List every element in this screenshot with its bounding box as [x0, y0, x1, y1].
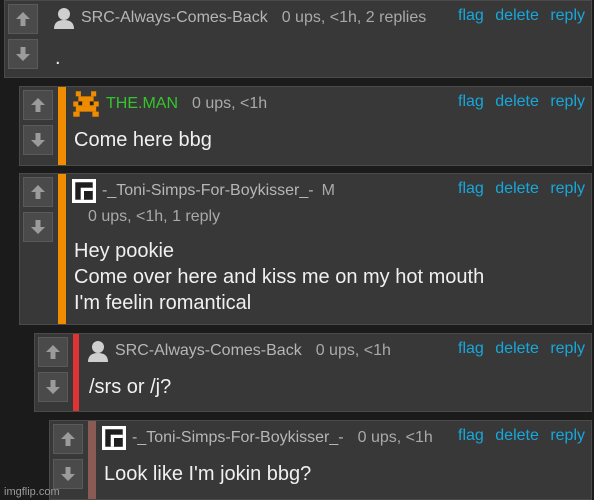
flag-link[interactable]: flag: [458, 340, 484, 357]
user-icon[interactable]: [53, 7, 75, 29]
downvote-button[interactable]: [23, 212, 53, 242]
comment-4: SRC-Always-Comes-Back 0 ups, <1h flag de…: [34, 333, 592, 412]
username[interactable]: THE.MAN: [106, 95, 178, 113]
thread-accent-bar: [58, 87, 66, 165]
comment-body: -_Toni-Simps-For-Boykisser_- 0 ups, <1h …: [102, 421, 591, 499]
comment-text: Come here bbg: [74, 129, 212, 151]
watermark: imgflip.com: [4, 486, 60, 498]
comment-meta: 0 ups, <1h, 2 replies: [281, 9, 427, 26]
username[interactable]: -_Toni-Simps-For-Boykisser_-: [132, 429, 344, 447]
reply-link[interactable]: reply: [550, 7, 585, 24]
flag-link[interactable]: flag: [458, 93, 484, 110]
comment-1: SRC-Always-Comes-Back 0 ups, <1h, 2 repl…: [4, 0, 592, 78]
user-role-badge: M: [321, 182, 335, 199]
downvote-button[interactable]: [8, 39, 38, 69]
arrow-up-icon: [31, 185, 45, 199]
comment-actions: flag delete reply: [451, 7, 585, 25]
comment-actions: flag delete reply: [451, 180, 585, 198]
arrow-down-icon: [31, 220, 45, 234]
comment-5: -_Toni-Simps-For-Boykisser_- 0 ups, <1h …: [49, 420, 592, 500]
comment-2: THE.MAN 0 ups, <1h flag delete reply Com…: [19, 86, 592, 166]
vote-controls: [35, 334, 71, 411]
delete-link[interactable]: delete: [495, 93, 539, 110]
arrow-down-icon: [46, 380, 60, 394]
comment-actions: flag delete reply: [451, 340, 585, 358]
comment-text: Hey pookie Come over here and kiss me on…: [74, 238, 484, 316]
arrow-up-icon: [31, 98, 45, 112]
comment-meta: 0 ups, <1h: [192, 95, 268, 112]
vote-controls: [20, 174, 56, 324]
comment-text-line: Hey pookie: [74, 240, 175, 262]
reply-link[interactable]: reply: [550, 93, 585, 110]
thread-accent-bar: [88, 421, 96, 499]
vote-controls: [20, 87, 56, 165]
downvote-button[interactable]: [38, 372, 68, 402]
delete-link[interactable]: delete: [495, 427, 539, 444]
pixel-creature-avatar-icon[interactable]: [72, 90, 100, 118]
comment-text-line: I'm feelin romantical: [74, 292, 252, 314]
comment-body: THE.MAN 0 ups, <1h flag delete reply Com…: [72, 87, 591, 165]
upvote-button[interactable]: [8, 4, 38, 34]
arrow-up-icon: [16, 12, 30, 26]
arrow-down-icon: [61, 467, 75, 481]
comment-text: /srs or /j?: [89, 376, 172, 398]
flag-link[interactable]: flag: [458, 180, 484, 197]
comment-text: Look like I'm jokin bbg?: [104, 463, 312, 485]
vote-controls: [5, 1, 41, 77]
upvote-button[interactable]: [23, 90, 53, 120]
thread-accent-bar: [73, 334, 79, 411]
username[interactable]: -_Toni-Simps-For-Boykisser_-: [102, 182, 314, 200]
user-icon[interactable]: [87, 340, 109, 362]
comment-text-line: Come over here and kiss me on my hot mou…: [74, 266, 485, 288]
username[interactable]: SRC-Always-Comes-Back: [115, 342, 302, 360]
comment-text: .: [55, 47, 61, 69]
arrow-down-icon: [31, 133, 45, 147]
upvote-button[interactable]: [23, 177, 53, 207]
comment-actions: flag delete reply: [451, 93, 585, 111]
downvote-button[interactable]: [53, 459, 83, 489]
arrow-down-icon: [16, 47, 30, 61]
comment-actions: flag delete reply: [451, 427, 585, 445]
reply-link[interactable]: reply: [550, 340, 585, 357]
delete-link[interactable]: delete: [495, 7, 539, 24]
flag-link[interactable]: flag: [458, 7, 484, 24]
delete-link[interactable]: delete: [495, 340, 539, 357]
thread-accent-bar: [58, 174, 66, 324]
comment-meta: 0 ups, <1h: [357, 429, 433, 446]
arrow-up-icon: [61, 432, 75, 446]
square-avatar-icon[interactable]: [102, 426, 126, 450]
flag-link[interactable]: flag: [458, 427, 484, 444]
arrow-up-icon: [46, 345, 60, 359]
comment-body: SRC-Always-Comes-Back 0 ups, <1h flag de…: [87, 334, 591, 411]
comment-3: -_Toni-Simps-For-Boykisser_- M 0 ups, <1…: [19, 173, 592, 325]
reply-link[interactable]: reply: [550, 180, 585, 197]
comment-meta: 0 ups, <1h, 1 reply: [88, 208, 221, 225]
upvote-button[interactable]: [53, 424, 83, 454]
comment-body: SRC-Always-Comes-Back 0 ups, <1h, 2 repl…: [53, 1, 591, 77]
downvote-button[interactable]: [23, 125, 53, 155]
upvote-button[interactable]: [38, 337, 68, 367]
comment-meta: 0 ups, <1h: [315, 342, 391, 359]
delete-link[interactable]: delete: [495, 180, 539, 197]
username[interactable]: SRC-Always-Comes-Back: [81, 9, 268, 27]
square-avatar-icon[interactable]: [72, 179, 96, 203]
comment-body: -_Toni-Simps-For-Boykisser_- M 0 ups, <1…: [72, 174, 591, 324]
reply-link[interactable]: reply: [550, 427, 585, 444]
